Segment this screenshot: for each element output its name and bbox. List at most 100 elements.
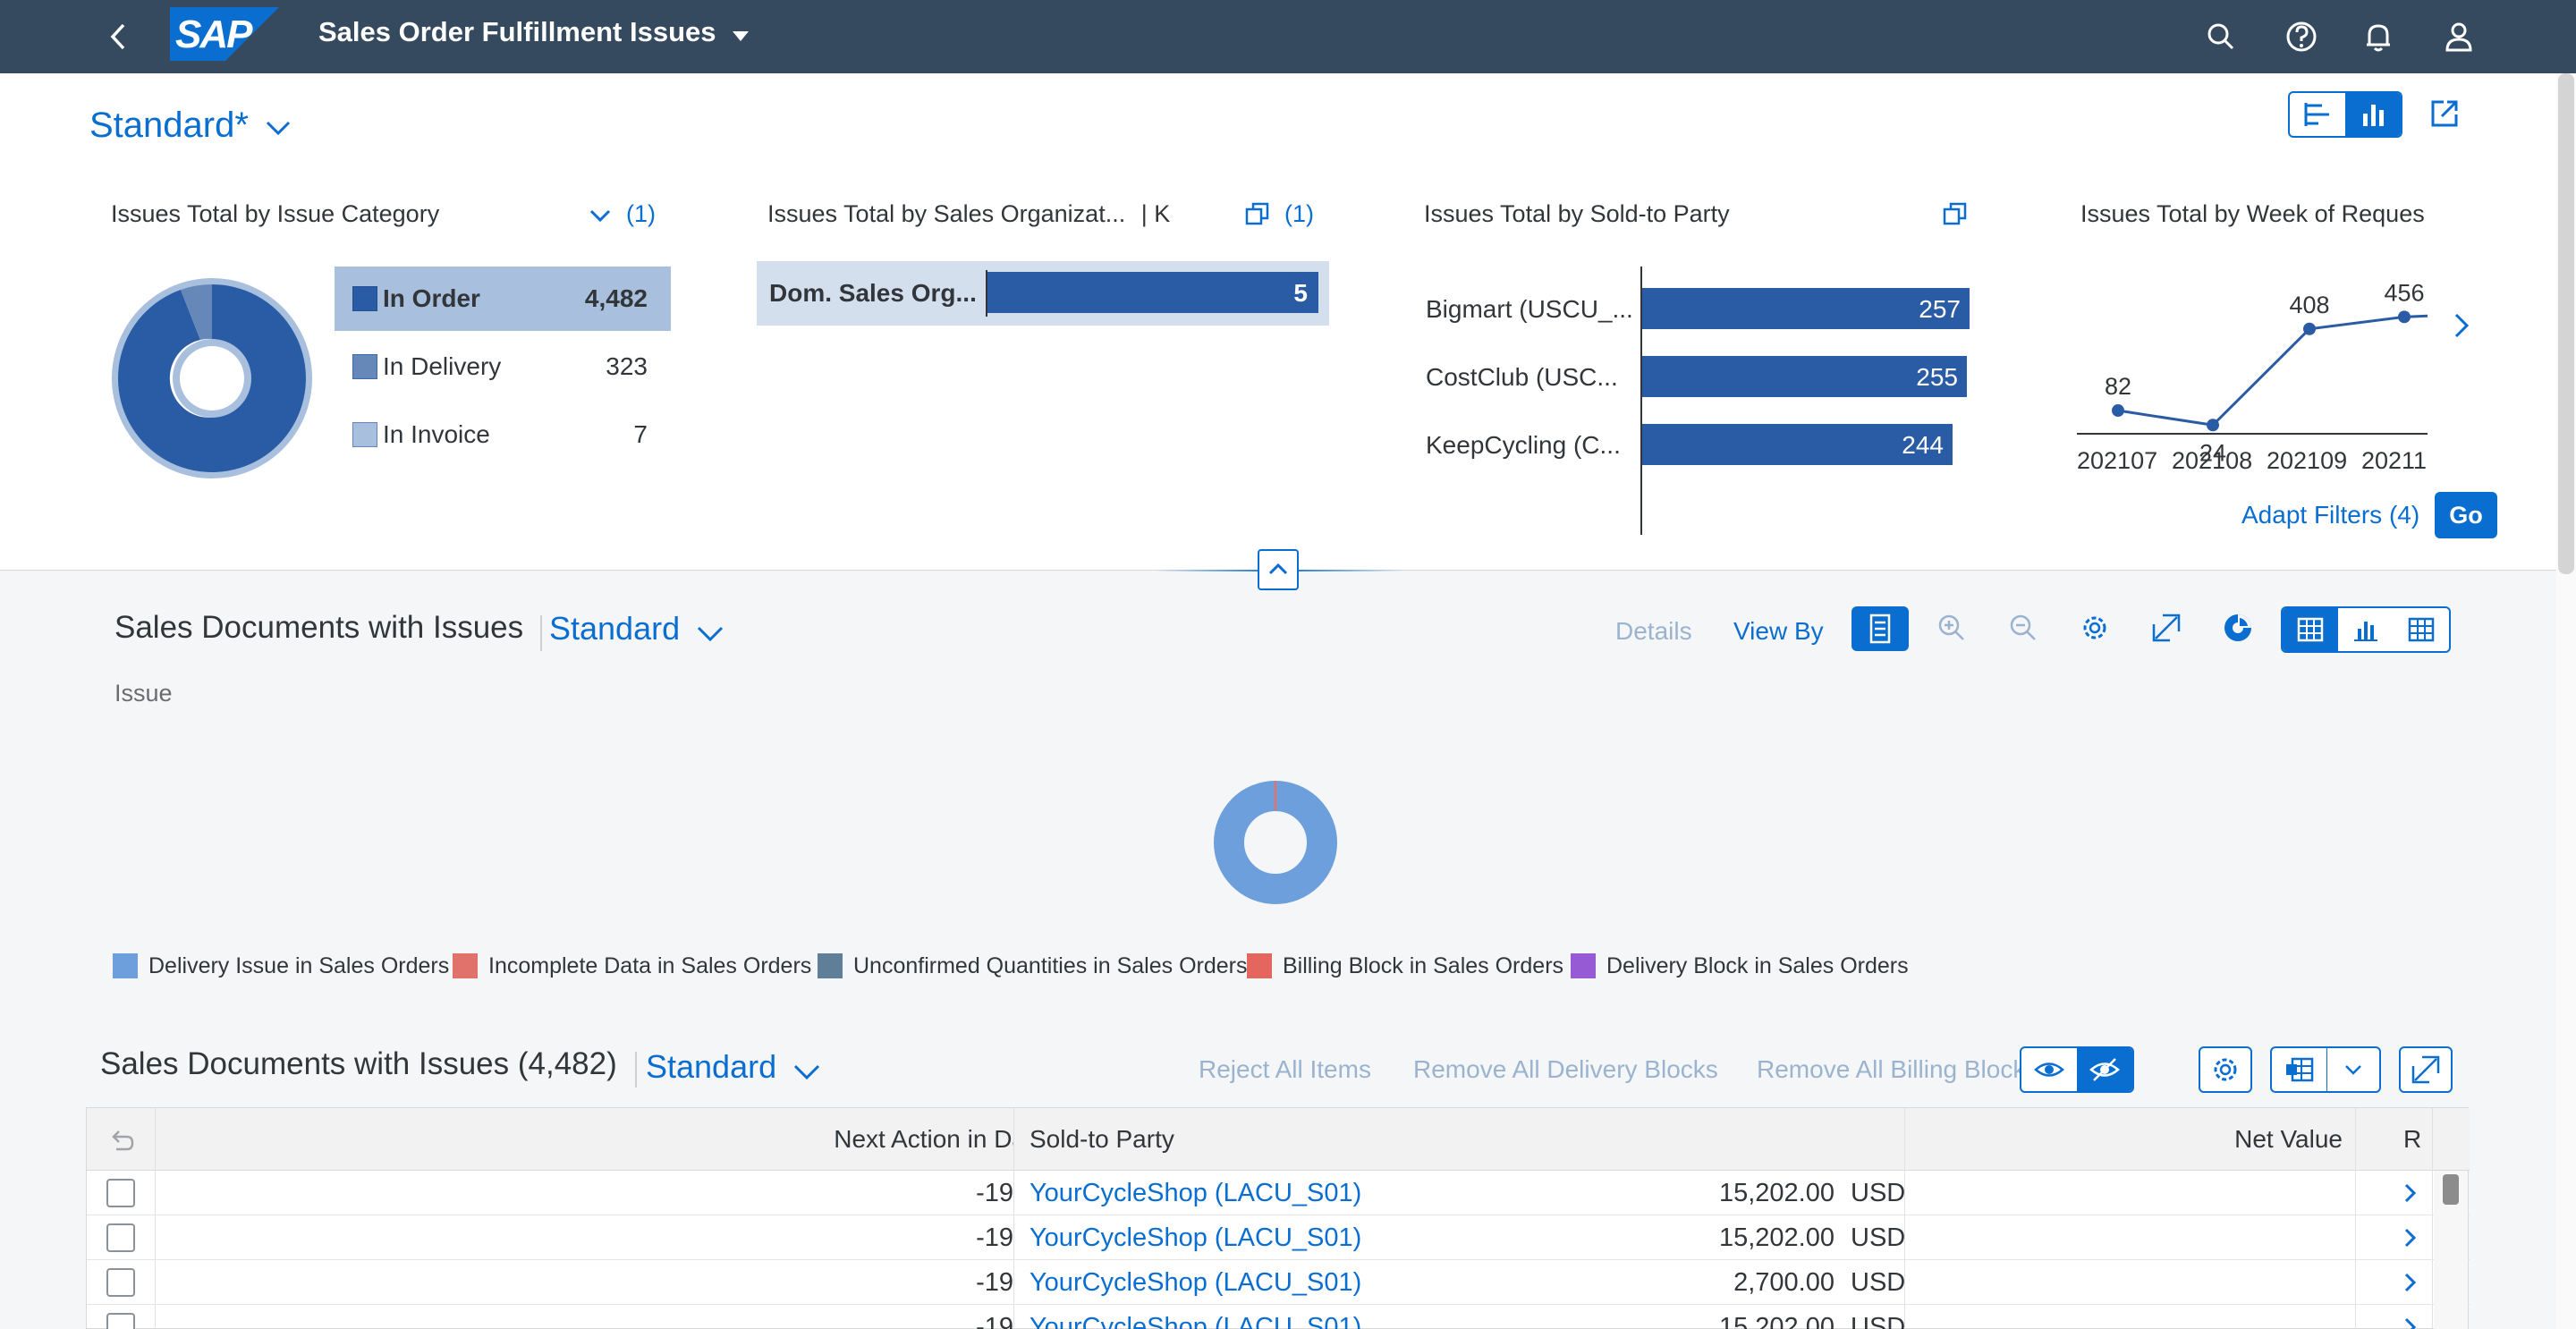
bar[interactable]: 244: [1642, 424, 1953, 465]
table-scrollbar-thumb[interactable]: [2443, 1174, 2459, 1205]
sold-to-link[interactable]: YourCycleShop (LACU_S01): [1030, 1215, 1361, 1260]
visual-filter-button[interactable]: [2345, 93, 2401, 136]
share-icon[interactable]: [2426, 95, 2463, 132]
bar-row[interactable]: KeepCycling (C... 244: [1424, 422, 1979, 467]
legend-label[interactable]: Billing Block in Sales Orders: [1283, 953, 1563, 979]
net-value-cell: 2,700.00: [1733, 1267, 1835, 1297]
row-checkbox[interactable]: [106, 1223, 135, 1252]
table-row[interactable]: -19 YourCycleShop (LACU_S01) 15,202.00 U…: [87, 1305, 2470, 1329]
sales-org-bar[interactable]: 5: [987, 272, 1318, 313]
card-dropdown-icon[interactable]: [587, 202, 614, 229]
legend-item-in-order[interactable]: In Order 4,482: [335, 267, 671, 331]
compact-filter-button[interactable]: [2290, 93, 2345, 136]
sap-logo[interactable]: SAP: [170, 7, 279, 61]
adapt-filters-link[interactable]: Adapt Filters (4): [2241, 501, 2419, 529]
table-settings-gear-icon[interactable]: [2199, 1046, 2252, 1093]
chart-variant-select[interactable]: Standard: [549, 610, 680, 648]
table-scrollbar-track[interactable]: [2434, 1171, 2468, 1329]
row-navigation-icon[interactable]: [2400, 1215, 2421, 1260]
row-checkbox[interactable]: [106, 1313, 135, 1329]
legend-label[interactable]: Delivery Block in Sales Orders: [1606, 953, 1909, 979]
variant-dropdown-icon[interactable]: [263, 113, 293, 143]
row-checkbox[interactable]: [106, 1268, 135, 1297]
reject-all-items-button[interactable]: Reject All Items: [1199, 1055, 1371, 1084]
table-view-button[interactable]: [2394, 608, 2449, 651]
app-title-dropdown-icon[interactable]: [730, 25, 751, 47]
go-button[interactable]: Go: [2435, 492, 2497, 538]
drilldown-icon[interactable]: [1852, 606, 1909, 651]
undo-selection-icon[interactable]: [106, 1124, 136, 1155]
issues-donut-chart[interactable]: [1213, 780, 1338, 905]
bar[interactable]: 255: [1642, 356, 1967, 397]
row-select-cell[interactable]: [106, 1171, 135, 1215]
column-header-net-value[interactable]: Net Value: [1904, 1108, 2393, 1171]
legend-item-in-delivery[interactable]: In Delivery 323: [335, 334, 671, 399]
chart-view-button[interactable]: [2338, 608, 2394, 651]
data-point[interactable]: [2398, 310, 2411, 324]
table-row[interactable]: -19 YourCycleShop (LACU_S01) 15,202.00 U…: [87, 1215, 2470, 1260]
legend-label[interactable]: Unconfirmed Quantities in Sales Orders: [853, 953, 1247, 979]
sold-to-link[interactable]: YourCycleShop (LACU_S01): [1030, 1260, 1361, 1305]
row-navigation-icon[interactable]: [2400, 1260, 2421, 1305]
show-details-eye-icon[interactable]: [2021, 1048, 2077, 1091]
sold-to-link[interactable]: YourCycleShop (LACU_S01): [1030, 1171, 1361, 1215]
row-select-cell[interactable]: [106, 1215, 135, 1260]
collapse-header-button[interactable]: [1258, 549, 1299, 590]
page-scrollbar-thumb[interactable]: [2558, 73, 2574, 574]
row-checkbox[interactable]: [106, 1179, 135, 1207]
chart-and-table-view-button[interactable]: [2283, 608, 2338, 651]
hide-details-eye-icon[interactable]: [2077, 1048, 2132, 1091]
legend-item-in-invoice[interactable]: In Invoice 7: [335, 402, 671, 467]
table-variant-dropdown-icon[interactable]: [791, 1055, 823, 1088]
sales-org-filter-count[interactable]: (1): [1284, 200, 1314, 228]
column-header-sold-to[interactable]: Sold-to Party: [1013, 1108, 1904, 1171]
row-select-cell[interactable]: [106, 1260, 135, 1305]
back-icon[interactable]: [100, 16, 136, 57]
app-title[interactable]: Sales Order Fulfillment Issues: [318, 16, 716, 48]
data-point[interactable]: [2303, 322, 2316, 335]
chart-type-icon[interactable]: [2220, 610, 2256, 646]
settings-gear-icon[interactable]: [2077, 610, 2113, 646]
row-navigation-icon[interactable]: [2400, 1171, 2421, 1215]
notification-bell-icon[interactable]: [2358, 16, 2399, 57]
bar[interactable]: 257: [1642, 288, 1970, 329]
fullscreen-icon[interactable]: [2148, 610, 2184, 646]
carousel-next-icon[interactable]: [2447, 308, 2474, 343]
legend-label[interactable]: Incomplete Data in Sales Orders: [488, 953, 811, 979]
header-cell-select-all[interactable]: [87, 1108, 155, 1171]
sales-org-bar-row[interactable]: Dom. Sales Org... 5: [757, 261, 1329, 326]
details-button[interactable]: Details: [1615, 617, 1692, 646]
table-row[interactable]: -19 YourCycleShop (LACU_S01) 15,202.00 U…: [87, 1171, 2470, 1215]
remove-billing-blocks-button[interactable]: Remove All Billing Blocks: [1757, 1055, 2038, 1084]
table-fullscreen-icon[interactable]: [2399, 1046, 2453, 1093]
data-point[interactable]: [2112, 404, 2124, 418]
page-scrollbar-track[interactable]: [2556, 73, 2576, 1329]
search-icon[interactable]: [2200, 16, 2241, 57]
issue-category-donut[interactable]: [109, 275, 315, 481]
table-row[interactable]: -19 YourCycleShop (LACU_S01) 2,700.00 US…: [87, 1260, 2470, 1305]
export-spreadsheet-icon[interactable]: [2272, 1048, 2327, 1091]
bar-row[interactable]: CostClub (USC... 255: [1424, 354, 1979, 399]
export-dropdown-icon[interactable]: [2327, 1048, 2379, 1091]
view-by-button[interactable]: View By: [1733, 617, 1824, 646]
variant-management[interactable]: Standard*: [89, 106, 249, 146]
zoom-out-icon[interactable]: [2005, 610, 2041, 646]
category-filter-count[interactable]: (1): [626, 200, 656, 228]
copy-icon[interactable]: [1941, 200, 1970, 229]
row-navigation-icon[interactable]: [2400, 1305, 2421, 1329]
column-header-truncated[interactable]: R: [2393, 1108, 2470, 1171]
sold-to-link[interactable]: YourCycleShop (LACU_S01): [1030, 1305, 1361, 1329]
week-line-chart[interactable]: 8224408 456: [2066, 261, 2428, 476]
user-profile-icon[interactable]: [2438, 16, 2479, 57]
zoom-in-icon[interactable]: [1934, 610, 1970, 646]
data-point[interactable]: [2207, 419, 2219, 432]
remove-delivery-blocks-button[interactable]: Remove All Delivery Blocks: [1413, 1055, 1718, 1084]
help-icon[interactable]: [2281, 16, 2322, 57]
chart-variant-dropdown-icon[interactable]: [694, 617, 726, 649]
copy-icon[interactable]: [1243, 200, 1272, 229]
bar-row[interactable]: Bigmart (USCU_... 257: [1424, 286, 1979, 331]
table-variant-select[interactable]: Standard: [646, 1048, 776, 1086]
column-header-next-action[interactable]: Next Action in Days: [155, 1108, 1099, 1171]
row-select-cell[interactable]: [106, 1305, 135, 1329]
legend-label[interactable]: Delivery Issue in Sales Orders: [148, 953, 449, 979]
